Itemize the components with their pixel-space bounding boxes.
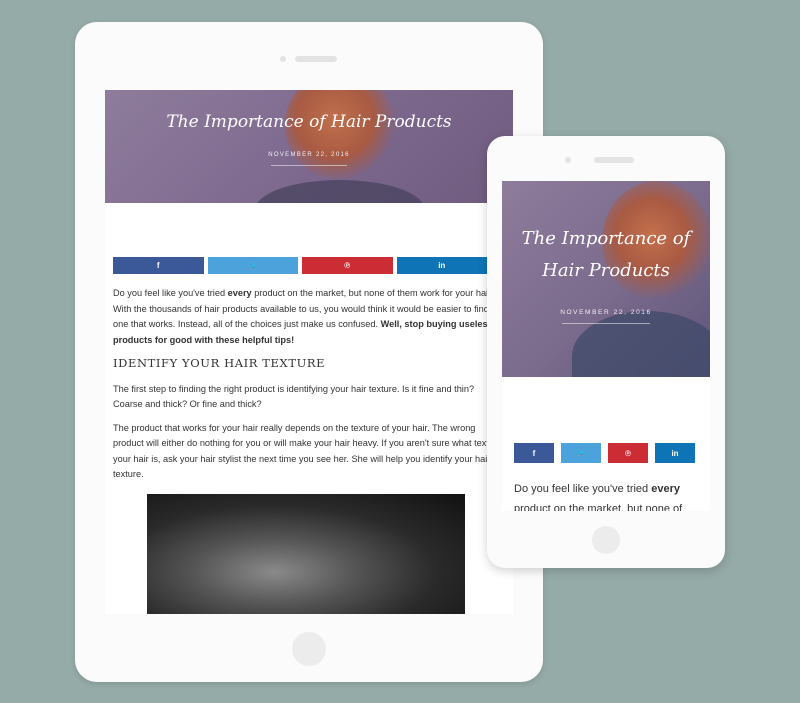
intro-emphasis: every xyxy=(227,288,252,298)
phone-hero-shoulder-shape xyxy=(572,311,710,377)
tablet-home-button[interactable] xyxy=(292,632,326,666)
phone-facebook-share-button[interactable]: f xyxy=(514,443,554,463)
phone-share-buttons: f 🐦 ℗ in xyxy=(514,443,698,463)
share-buttons: f 🐦 ℗ in xyxy=(113,257,487,274)
linkedin-share-button[interactable]: in xyxy=(396,257,487,274)
pinterest-share-button[interactable]: ℗ xyxy=(302,257,393,274)
phone-camera xyxy=(565,157,571,163)
phone-twitter-share-button[interactable]: 🐦 xyxy=(561,443,601,463)
intro-paragraph: Do you feel like you've tried every prod… xyxy=(113,286,505,348)
linkedin-icon: in xyxy=(671,448,679,458)
texture-paragraph: The first step to finding the right prod… xyxy=(113,383,475,410)
post-title: The Importance of Hair Products xyxy=(166,112,452,132)
phone-post-title: The Importance of Hair Products xyxy=(502,223,710,287)
tablet-speaker xyxy=(295,56,337,62)
hero-hair-shape xyxy=(285,90,395,180)
twitter-icon: 🐦 xyxy=(576,450,586,457)
phone-screen: The Importance of Hair Products NOVEMBER… xyxy=(502,181,710,511)
phone-home-button[interactable] xyxy=(592,526,620,554)
phone-date-divider xyxy=(562,323,650,324)
section-heading: IDENTIFY YOUR HAIR TEXTURE xyxy=(113,356,326,370)
phone-intro-text-c: product on the market, but none of xyxy=(514,503,683,511)
article-photo xyxy=(147,494,465,614)
twitter-icon: 🐦 xyxy=(248,262,258,270)
pinterest-icon: ℗ xyxy=(625,448,631,458)
phone-linkedin-share-button[interactable]: in xyxy=(655,443,695,463)
phone-speaker xyxy=(594,157,634,163)
phone-intro-emphasis: every xyxy=(651,483,680,495)
post-hero-image: The Importance of Hair Products NOVEMBER… xyxy=(105,90,513,203)
phone-post-date: NOVEMBER 22, 2016 xyxy=(560,309,652,316)
phone-intro-text-a: Do you feel like you've tried xyxy=(514,483,652,495)
phone-pinterest-share-button[interactable]: ℗ xyxy=(608,443,648,463)
facebook-icon: f xyxy=(532,448,536,458)
tablet-device: The Importance of Hair Products NOVEMBER… xyxy=(75,22,543,682)
phone-intro-paragraph: Do you feel like you've tried every prod… xyxy=(514,479,702,511)
hero-shoulder-shape xyxy=(255,180,425,203)
facebook-icon: f xyxy=(156,261,160,270)
phone-post-hero-image: The Importance of Hair Products NOVEMBER… xyxy=(502,181,710,377)
product-paragraph: The product that works for your hair rea… xyxy=(113,422,503,480)
twitter-share-button[interactable]: 🐦 xyxy=(207,257,298,274)
post-date: NOVEMBER 22, 2016 xyxy=(268,152,350,158)
facebook-share-button[interactable]: f xyxy=(113,257,204,274)
article-body: Do you feel like you've tried every prod… xyxy=(113,286,505,491)
date-divider xyxy=(271,165,347,166)
tablet-camera xyxy=(280,56,286,62)
phone-post-title-line1: The Importance of xyxy=(521,228,691,249)
tablet-screen: The Importance of Hair Products NOVEMBER… xyxy=(105,90,513,614)
phone-device: The Importance of Hair Products NOVEMBER… xyxy=(487,136,725,568)
intro-text-a: Do you feel like you've tried xyxy=(113,288,228,298)
linkedin-icon: in xyxy=(438,261,446,270)
phone-post-title-line2: Hair Products xyxy=(542,260,670,281)
pinterest-icon: ℗ xyxy=(344,261,351,270)
